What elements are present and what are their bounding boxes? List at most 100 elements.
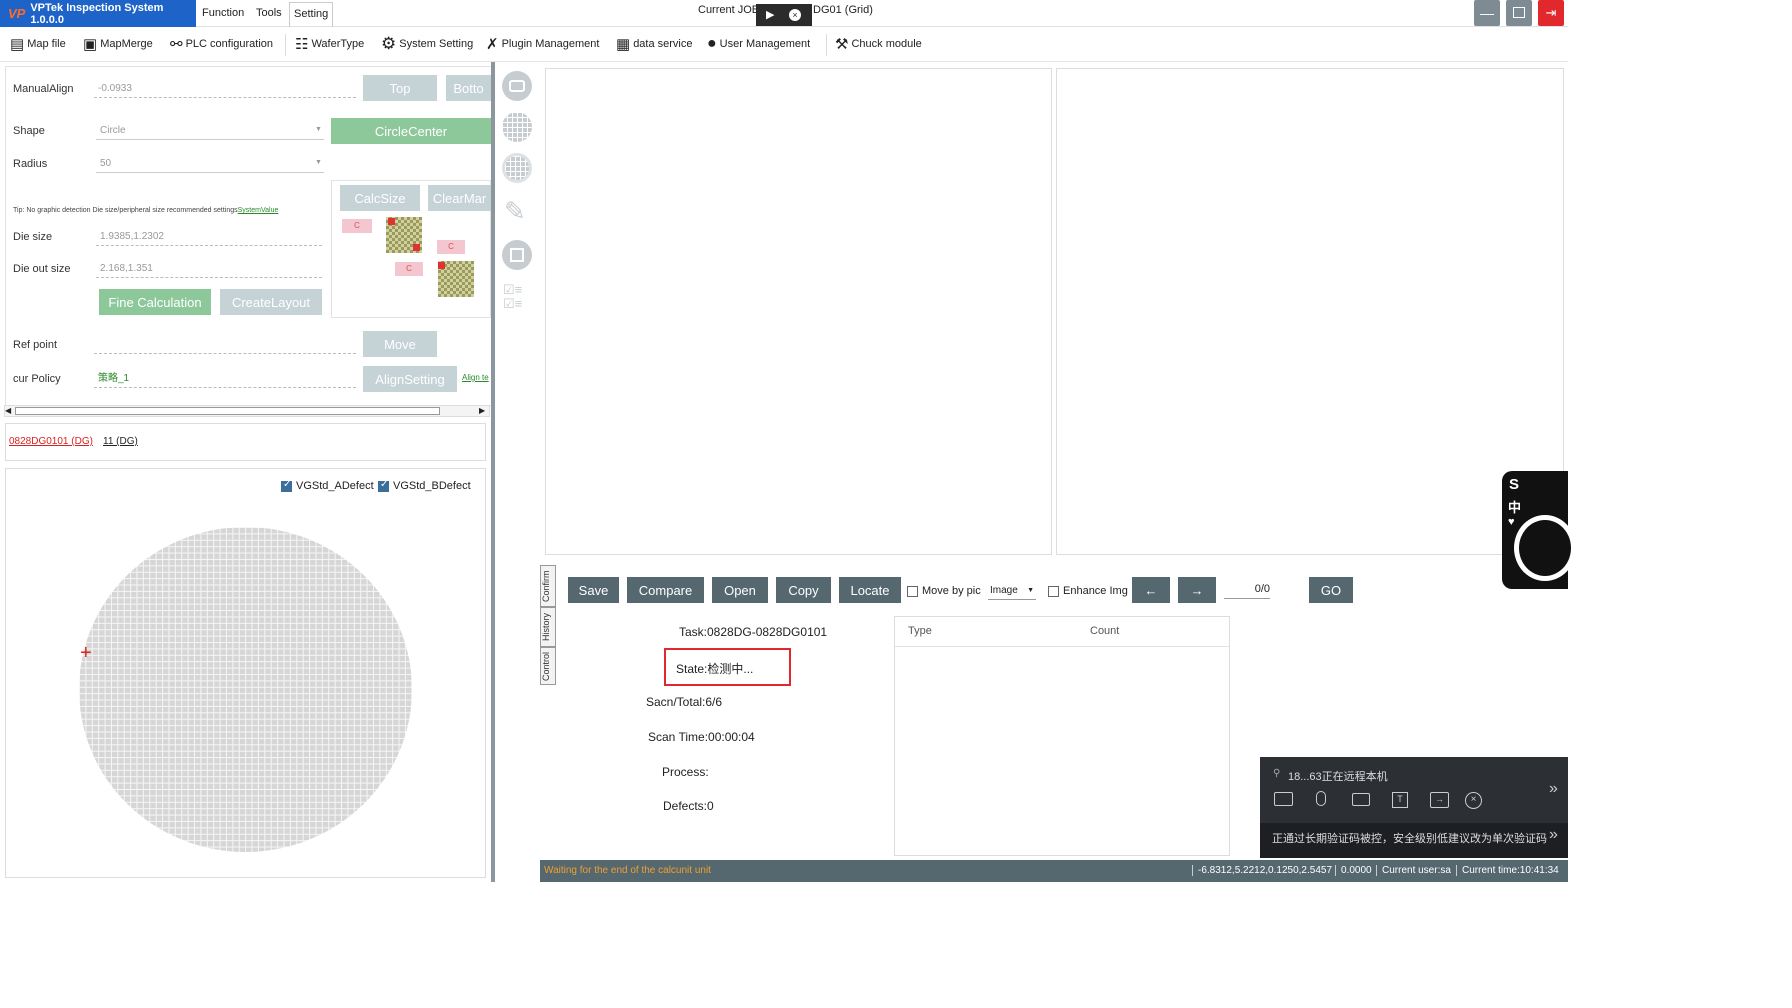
system-setting-button[interactable]: ⚙ System Setting [381,34,473,54]
remote-warning[interactable]: 正通过长期验证码被控，安全级别低建议改为单次验证码 [1272,830,1547,846]
chuck-module-button[interactable]: ⚒ Chuck module [835,34,922,54]
checklist-icon[interactable]: ☑≡ ☑≡ [503,283,533,313]
ref-point-field[interactable] [94,336,356,354]
microphone-icon[interactable] [1316,791,1326,806]
circle-center-button[interactable]: CircleCenter [331,118,491,144]
clear-map-button[interactable]: ClearMar [428,185,491,211]
wafer-link[interactable]: 11 (DG) [103,436,138,447]
text-icon[interactable]: T [1392,792,1408,808]
splitter[interactable] [491,62,495,882]
map-merge-button[interactable]: ▣ MapMerge [83,34,153,54]
column-type[interactable]: Type [908,625,932,637]
top-button[interactable]: Top [363,75,437,101]
close-icon[interactable]: × [1465,792,1482,809]
align-template-link[interactable]: Align te [462,373,491,382]
die-size-field[interactable]: 1.9385,1.2302 [96,228,322,246]
menu-tools[interactable]: Tools [256,7,282,19]
menu-setting[interactable]: Setting [289,2,334,27]
checkbox[interactable] [1048,585,1059,597]
plc-config-button[interactable]: ⚯ PLC configuration [170,34,273,54]
menu-function[interactable]: Function [202,7,244,19]
ime-shirt-icon: ♥ [1508,516,1515,528]
user-management-button[interactable]: ● User Management [707,34,810,54]
grid-sphere-icon[interactable] [502,112,532,142]
image-select[interactable]: Image ▼ [988,582,1036,600]
copy-button[interactable]: Copy [776,577,831,603]
align-setting-button[interactable]: AlignSetting [363,366,457,392]
current-job-prefix: Current JOB [698,4,760,16]
open-button[interactable]: Open [712,577,768,603]
next-button[interactable]: → [1178,577,1216,603]
system-value-link[interactable]: SystemValue [238,207,279,214]
task-info: Task:0828DG-0828DG0101 [679,625,828,639]
expand-icon[interactable]: » [1549,826,1558,844]
fine-calculation-button[interactable]: Fine Calculation [99,289,211,315]
save-button[interactable]: Save [568,577,619,603]
scroll-left-icon[interactable]: ◀ [5,406,11,415]
cur-policy-label: cur Policy [13,373,61,385]
minimize-button[interactable]: — [1474,0,1500,26]
data-service-icon: ▦ [616,36,631,53]
chat-icon[interactable] [1274,792,1293,806]
wafer-map[interactable] [79,527,412,852]
defect-filter-b[interactable]: ✓ VGStd_BDefect [378,479,471,492]
die-size-label: Die size [13,231,53,243]
wafer-link-active[interactable]: 0828DG0101 (DG) [9,436,93,447]
image-pane-left[interactable] [545,68,1052,555]
move-by-pic-checkbox[interactable]: Move by pic [907,585,981,597]
wafer-select-icon[interactable] [502,153,532,183]
app-title-block: VP VPTek Inspection System 1.0.0.0 [0,0,196,27]
exit-button[interactable]: ⇥ [1538,0,1564,26]
tab-confirm[interactable]: Confirm [540,565,556,607]
scroll-right-icon[interactable]: ▶ [479,406,485,415]
cur-policy-field[interactable]: 策略_1 [94,370,356,388]
hammer-icon: ⚒ [835,36,849,53]
checkbox-b[interactable]: ✓ [378,479,389,492]
remote-close-icon[interactable]: × [789,9,801,21]
map-file-button[interactable]: ▤ Map file [10,34,66,54]
camera-icon[interactable] [502,71,532,101]
ime-mascot-icon [1514,515,1576,581]
maximize-button[interactable] [1506,0,1532,26]
collapse-icon[interactable]: » [1549,780,1558,798]
image-frame-icon[interactable] [502,240,532,270]
go-button[interactable]: GO [1309,577,1353,603]
checkbox-a[interactable]: ✓ [281,479,292,492]
data-service-button[interactable]: ▦ data service [616,34,693,54]
tab-history[interactable]: History [540,607,556,647]
enhance-img-checkbox[interactable]: Enhance Img [1048,585,1128,597]
corner-marker [413,244,420,251]
compare-button[interactable]: Compare [627,577,704,603]
defect-filter-a-label: VGStd_ADefect [296,480,374,492]
keyboard-icon[interactable] [1352,793,1370,806]
defect-filter-b-label: VGStd_BDefect [393,480,471,492]
user-management-label: User Management [719,38,811,50]
bottom-button[interactable]: Botto [446,75,491,101]
shape-select[interactable]: Circle [96,122,324,140]
prev-button[interactable]: ← [1132,577,1170,603]
die-out-size-field[interactable]: 2.168,1.351 [96,260,322,278]
defect-filter-a[interactable]: ✓ VGStd_ADefect [281,479,374,492]
corner-marker [438,262,445,269]
manual-align-field[interactable]: -0.0933 [94,80,356,98]
radius-label: Radius [13,158,48,170]
tab-control[interactable]: Control [540,647,556,685]
wafer-type-button[interactable]: ☷ WaferType [295,34,364,54]
calc-size-button[interactable]: CalcSize [340,185,420,211]
radius-select[interactable]: 50 [96,155,324,173]
move-button[interactable]: Move [363,331,437,357]
page-indicator[interactable]: 0/0 [1224,583,1270,599]
checkbox[interactable] [907,585,918,597]
create-layout-button[interactable]: CreateLayout [220,289,322,315]
remote-arrow-icon[interactable]: ▶ [766,8,774,21]
die-out-size-label: Die out size [13,263,71,275]
file-transfer-icon[interactable]: → [1430,792,1449,808]
manual-align-label: ManualAlign [13,83,74,95]
image-pane-right[interactable] [1056,68,1564,555]
ruler-icon[interactable]: ✎ [504,198,530,224]
scroll-thumb[interactable] [15,407,440,415]
merge-doc-icon: ▣ [83,36,98,53]
column-count[interactable]: Count [1090,625,1119,637]
locate-button[interactable]: Locate [839,577,901,603]
plugin-management-button[interactable]: ✗ Plugin Management [486,34,599,54]
